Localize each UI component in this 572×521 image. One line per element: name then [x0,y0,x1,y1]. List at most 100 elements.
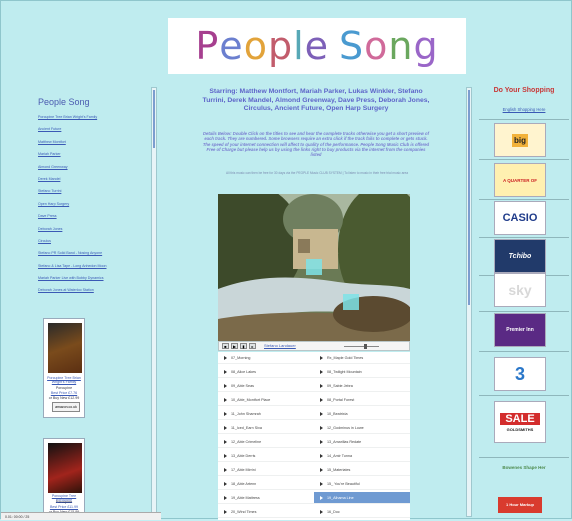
logo-letter: o [364,24,389,68]
track-title: 12_Able Crimeline [231,440,262,444]
sidebar-link[interactable]: Mariah Parker [38,152,138,164]
play-arrow-icon [320,454,323,459]
track-item[interactable]: 12_Able Crimeline [218,436,314,448]
sidebar-link[interactable]: Ancient Future [38,127,138,139]
sidebar-link[interactable]: Mariah Parker Live with Bobby Dynamics [38,276,138,288]
ad-quarter-logo[interactable]: A QUARTER OF [494,163,546,197]
play-arrow-icon [224,482,227,487]
track-item[interactable]: 13_Able Derris [218,450,314,462]
ad-casio-logo[interactable]: CASIO [494,201,546,235]
track-item[interactable]: 19_Able Mattress [218,492,314,504]
sidebar-link[interactable]: Porcupine Tree Brian Wright's Family [38,115,138,127]
track-item[interactable]: 15_Materiates [314,464,410,476]
player-label[interactable]: Stefano Landauer [264,343,296,348]
ad-label: CASIO [502,212,538,224]
sidebar-link[interactable]: Matthew Montfort [38,140,138,152]
book-card-1[interactable]: Porcupine Tree Brian Wright's Family Por… [43,318,85,418]
track-item[interactable]: 08_Portal Forest [314,394,410,406]
volume-handle[interactable] [364,344,367,349]
ad-big-logo[interactable]: big [494,123,546,157]
ad-label: SALE [500,412,540,425]
track-item[interactable]: 13_Amarillas Redate [314,436,410,448]
track-title: Rx_Maple Gold Times [327,356,364,360]
sidebar-link[interactable]: Stefano Turrini [38,189,138,201]
sidebar-link[interactable]: Almond Greenway [38,165,138,177]
track-item[interactable]: 16_Doc [314,506,410,518]
play-button[interactable]: ▶ [231,343,238,349]
book-card-price[interactable]: Best Price £11.99 [44,505,84,509]
ad-goldsmiths-logo[interactable]: SALE GOLDSMITHS [494,401,546,443]
track-title: 11_Iced_Earn Sixa [231,426,262,430]
bottom-ad-button[interactable]: 1 Hour Markup [498,497,542,513]
next-button[interactable]: ▸ [249,343,256,349]
divider [479,199,569,200]
track-item[interactable]: 09_Able Seas [218,380,314,392]
pause-button[interactable]: ▮ [240,343,247,349]
track-item[interactable]: 08_Alice Lakes [218,366,314,378]
play-arrow-icon [320,356,323,361]
logo-letter: e [219,24,244,68]
ad-tchibo-logo[interactable]: Tchibo [494,239,546,273]
sidebar-link[interactable]: Circulus [38,239,138,251]
video-frame-image [218,194,410,341]
ad-premier-inn-logo[interactable]: Premier Inn [494,313,546,347]
logo-letter: p [267,24,294,68]
track-item[interactable]: 10_Beatrixia [314,408,410,420]
track-title: 18_Able Artenn [231,482,257,486]
track-item[interactable]: 19_Alhama Line [314,492,410,504]
track-item[interactable]: 18_Able Artenn [218,478,314,490]
book-card-price[interactable]: Best Price £7.76 [44,391,84,395]
book-card-2[interactable]: Porcupine Tree Porcupine Porcupine Best … [43,438,85,518]
sidebar-link[interactable]: Derek Mandel [38,177,138,189]
track-item[interactable]: 17_Able Mirrini [218,464,314,476]
volume-slider[interactable] [344,346,379,347]
track-item[interactable]: 14_Amir Tunna [314,450,410,462]
logo-letter: g [413,24,439,68]
page: People Song People Song Porcupine Tree B… [0,0,572,520]
amazon-button[interactable]: amazon.co.uk [52,402,80,412]
track-title: 16_Doc [327,510,340,514]
play-arrow-icon [224,412,227,417]
play-arrow-icon [320,482,323,487]
divider [479,457,569,458]
ad-label: A QUARTER OF [502,177,538,183]
right-scrollbar-thumb[interactable] [468,90,470,305]
track-item[interactable]: 08_Twilight Mountain [314,366,410,378]
divider [479,119,569,120]
logo-letter: n [388,24,414,68]
track-item[interactable]: 12_Godminus in Lowe [314,422,410,434]
ad-three-logo[interactable]: 3 [494,357,546,391]
track-item[interactable]: 20_Wind Times [218,506,314,518]
sidebar-link[interactable]: Deborah Jones [38,227,138,239]
track-item[interactable]: Rx_Maple Gold Times [314,352,410,364]
shopping-link[interactable]: English Shopping Here [479,107,569,112]
shape-her-text[interactable]: Bowenes Shape Her [479,465,569,470]
track-item[interactable]: 07_Morning [218,352,314,364]
sidebar-link[interactable]: Stefano PR Solid Band - Nosing Anyone [38,251,138,263]
track-item[interactable]: 09_Sabie Jebra [314,380,410,392]
starring-heading: Starring: Matthew Montfort, Mariah Parke… [202,88,430,113]
track-item[interactable]: 11_John Shamrah [218,408,314,420]
track-item[interactable]: 11_Iced_Earn Sixa [218,422,314,434]
play-arrow-icon [320,468,323,473]
sidebar-link[interactable]: Dave Press [38,214,138,226]
divider [479,395,569,396]
track-item[interactable]: 15_ You're Beautiful [314,478,410,490]
book-cover-image[interactable] [48,443,82,493]
track-item[interactable]: 10_Able_Montfort Place [218,394,314,406]
ad-label: GOLDSMITHS [506,426,534,432]
ad-sky-logo[interactable]: sky [494,273,546,307]
sidebar-link[interactable]: Open Harp Surgery [38,202,138,214]
book-cover-image[interactable] [48,323,82,373]
sidebar-link[interactable]: Deborah Jones at Waterloo Station [38,288,138,300]
ad-label: big [512,133,528,147]
sidebar-link[interactable]: Stefano & Lisa Tape - Long Anhedon Moon [38,264,138,276]
left-scrollbar[interactable] [151,87,157,517]
stop-button[interactable]: ■ [222,343,229,349]
left-scrollbar-thumb[interactable] [153,90,155,148]
right-scrollbar[interactable] [466,87,472,517]
video-player[interactable] [218,194,410,341]
divider [479,237,569,238]
book-card-title[interactable]: Porcupine Tree Brian Wright's Family [44,376,84,384]
ad-label: 3 [514,363,525,384]
